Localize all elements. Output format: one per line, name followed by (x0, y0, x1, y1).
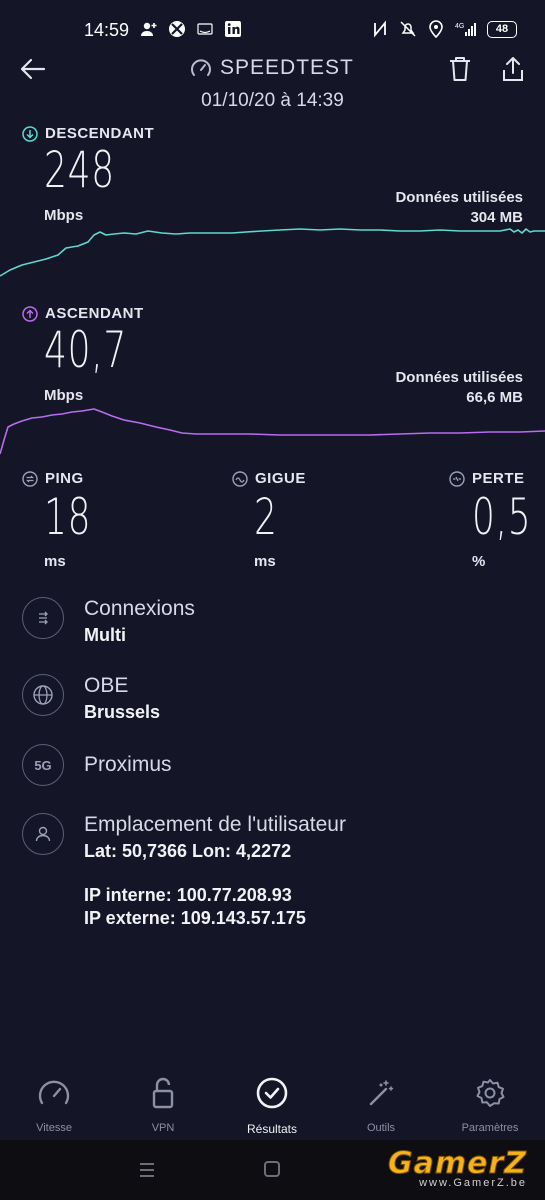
server-row[interactable]: OBE Brussels (22, 674, 160, 723)
bottom-navigation: Vitesse VPN Résultats Outils Paramètres (0, 1060, 545, 1140)
jitter-label: GIGUE (255, 470, 306, 487)
upload-arrow-icon (22, 305, 38, 322)
share-icon[interactable] (498, 54, 528, 84)
ping-value: 18 (44, 488, 92, 546)
signal-4g-icon: 4G (455, 23, 476, 36)
lock-icon (152, 1077, 174, 1109)
loss-label: PERTE (472, 470, 525, 487)
connections-row: Connexions Multi (22, 597, 195, 646)
jitter-value: 2 (254, 488, 278, 546)
app-header: SPEEDTEST (0, 50, 545, 90)
provider-name: Proximus (84, 753, 172, 776)
nav-outils[interactable]: Outils (336, 1076, 426, 1134)
nav-parametres-label: Paramètres (461, 1122, 519, 1134)
upload-graph (0, 408, 545, 455)
nav-vitesse-label: Vitesse (36, 1122, 72, 1134)
recent-apps-icon[interactable] (138, 1162, 156, 1178)
speedometer-icon (38, 1080, 70, 1105)
location-icon (429, 20, 443, 38)
trash-icon[interactable] (446, 54, 474, 84)
loss-value: 0,5 (472, 488, 532, 546)
watermark: GamerZ www.GamerZ.be (387, 1146, 527, 1190)
nav-resultats-label: Résultats (246, 1122, 298, 1136)
download-arrow-icon (22, 125, 38, 142)
add-contact-icon (141, 22, 157, 36)
speedometer-logo-icon (191, 59, 211, 76)
amazon-music-icon (197, 23, 213, 35)
ping-label: PING (45, 470, 84, 487)
upload-speed-value: 40,7 (44, 321, 128, 379)
upload-data-used-label: Données utilisées (395, 369, 523, 386)
connections-title: Connexions (84, 597, 195, 620)
download-label-text: DESCENDANT (45, 125, 155, 142)
jitter-metric: GIGUE (232, 470, 306, 487)
loss-metric: PERTE (449, 470, 525, 487)
nav-vpn[interactable]: VPN (118, 1076, 208, 1134)
ping-icon (22, 470, 38, 487)
upload-label-text: ASCENDANT (45, 305, 144, 322)
battery-indicator: 48 (487, 20, 517, 38)
watermark-logo: GamerZ (387, 1146, 527, 1182)
nav-parametres[interactable]: Paramètres (445, 1076, 535, 1134)
server-location: Brussels (84, 702, 161, 722)
nav-resultats[interactable]: Résultats (227, 1076, 317, 1136)
connections-value: Multi (84, 625, 126, 645)
test-datetime: 01/10/20 à 14:39 (201, 90, 344, 111)
magic-wand-icon (369, 1080, 394, 1106)
nav-vpn-label: VPN (151, 1122, 175, 1134)
upload-graph-line (0, 408, 545, 455)
globe-icon (33, 685, 53, 705)
home-button-icon[interactable] (263, 1160, 281, 1178)
packet-loss-icon (449, 470, 465, 487)
download-data-used-label: Données utilisées (395, 189, 523, 206)
download-label: DESCENDANT (22, 125, 154, 142)
user-location-row: Emplacement de l'utilisateur Lat: 50,736… (22, 813, 346, 862)
gear-icon (476, 1079, 505, 1107)
server-title: OBE (84, 674, 129, 697)
download-graph (0, 228, 545, 277)
back-arrow-icon[interactable] (18, 54, 48, 84)
jitter-icon (232, 470, 248, 487)
linkedin-icon (225, 21, 241, 37)
xbox-icon (169, 21, 185, 37)
nav-vitesse[interactable]: Vitesse (9, 1076, 99, 1134)
user-coordinates: Lat: 50,7366 Lon: 4,2272 (84, 841, 292, 861)
upload-label: ASCENDANT (22, 305, 144, 322)
ping-metric: PING (22, 470, 84, 487)
download-speed-value: 248 (44, 141, 115, 199)
nfc-icon (374, 20, 386, 38)
app-title-text: SPEEDTEST (220, 56, 354, 79)
status-time: 14:59 (84, 20, 130, 40)
app-title: SPEEDTEST (190, 56, 354, 80)
user-location-title: Emplacement de l'utilisateur (84, 813, 346, 836)
external-ip: IP externe: 109.143.57.175 (84, 908, 306, 928)
connections-icon (39, 611, 48, 625)
network-badge: 5G (22, 744, 64, 786)
mute-icon (400, 21, 416, 37)
nav-outils-label: Outils (366, 1122, 396, 1134)
loss-unit: % (472, 553, 486, 570)
jitter-unit: ms (254, 553, 276, 570)
user-icon (35, 826, 51, 842)
check-circle-icon (256, 1077, 288, 1109)
ping-unit: ms (44, 553, 66, 570)
svg-text:4G: 4G (455, 23, 464, 30)
internal-ip: IP interne: 100.77.208.93 (84, 885, 292, 905)
download-graph-line (0, 228, 545, 277)
provider-row: 5G Proximus (22, 744, 172, 786)
